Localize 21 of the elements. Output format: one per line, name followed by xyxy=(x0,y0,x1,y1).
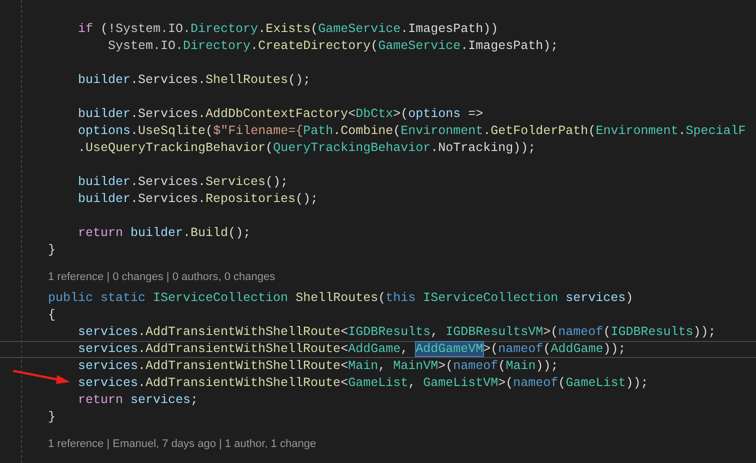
code-line: services.AddTransientWithShellRoute<Main, MainVM>(nameof(Main)); xyxy=(77,359,558,374)
code-line: builder.Services.ShellRoutes(); xyxy=(77,73,311,88)
code-line: services.AddTransientWithShellRoute<GameList, GameListVM>(nameof(GameList)); xyxy=(77,376,648,391)
code-line: } xyxy=(48,243,56,258)
code-line: builder.Services.Services(); xyxy=(77,175,288,190)
code-line: return builder.Build(); xyxy=(77,226,251,241)
codelens-info[interactable]: 1 reference | 0 changes | 0 authors, 0 changes xyxy=(48,271,276,283)
code-line: return services; xyxy=(77,393,198,408)
code-line: options.UseSqlite($"Filename={Path.Combine(Environment.GetFolderPath(Environment.SpecialF xyxy=(77,124,746,139)
code-line: builder.Services.AddDbContextFactory<DbCtx>(options => xyxy=(77,107,484,122)
code-line: System.IO.Directory.CreateDirectory(GameService.ImagesPath); xyxy=(107,39,558,54)
code-line: services.AddTransientWithShellRoute<IGDBResults, IGDBResultsVM>(nameof(IGDBResults)); xyxy=(77,325,716,340)
annotation-arrow xyxy=(12,368,72,386)
code-line: .UseQueryTrackingBehavior(QueryTrackingBehavior.NoTracking)); xyxy=(77,141,536,156)
codelens-info[interactable]: 1 reference | Emanuel, 7 days ago | 1 author, 1 change xyxy=(48,438,316,450)
code-line: { xyxy=(48,308,56,323)
code-line: services.AddTransientWithShellRoute<AddGame, AddGameVM>(nameof(AddGame)); xyxy=(77,342,626,357)
code-line: builder.Services.Repositories(); xyxy=(77,192,318,207)
code-line: } xyxy=(48,410,56,425)
code-line: public static IServiceCollection ShellRoutes(this IServiceCollection services) xyxy=(48,291,634,306)
code-line: if (!System.IO.Directory.Exists(GameService.ImagesPath)) xyxy=(77,22,498,37)
